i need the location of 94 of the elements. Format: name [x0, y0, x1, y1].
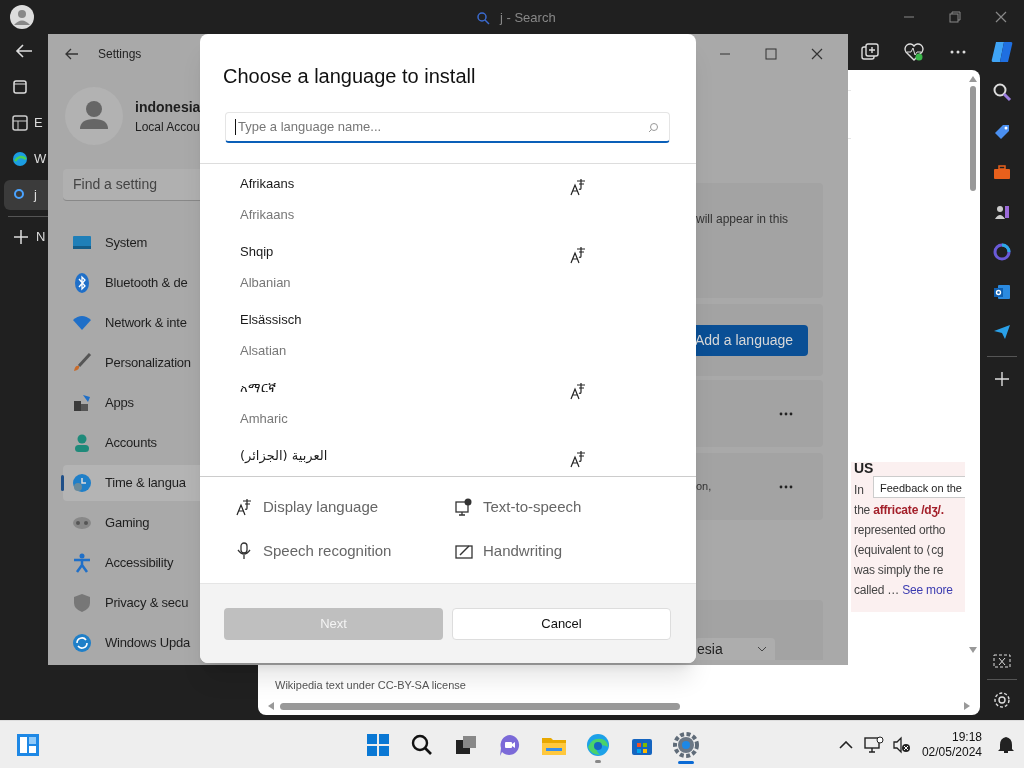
display-language-icon	[570, 450, 586, 468]
notification-bell-icon[interactable]	[997, 735, 1015, 754]
clock-time[interactable]: 19:18	[951, 729, 982, 745]
language-english-name: Alsatian	[240, 341, 287, 360]
dialog-title: Choose a language to install	[222, 64, 476, 89]
scroll-down-icon	[968, 647, 977, 653]
account-type: Local Accou	[135, 118, 201, 136]
article-text: was simply the re	[854, 562, 944, 579]
settings-icon[interactable]	[993, 691, 1011, 709]
see-more-link[interactable]: See more	[902, 583, 953, 597]
back-arrow-icon[interactable]	[65, 47, 79, 60]
feedback-tooltip: Feedback on the	[873, 476, 965, 498]
user-avatar-icon	[65, 87, 123, 145]
article-text: represented ortho	[854, 522, 946, 539]
speaker-muted-icon[interactable]	[891, 735, 912, 754]
language-name[interactable]: አማርኛ	[240, 378, 276, 398]
article-text: the affricate /dʒ/.	[854, 502, 944, 519]
window-title: Settings	[98, 45, 142, 63]
article-text: called … See more	[854, 582, 953, 599]
language-search-field[interactable]: Type a language name...	[225, 112, 670, 143]
display-language-icon	[570, 246, 586, 264]
text-to-speech-icon	[455, 498, 473, 516]
chat-icon[interactable]	[498, 732, 522, 757]
network-icon[interactable]	[863, 735, 884, 754]
handwriting-icon	[455, 543, 473, 559]
more-icon[interactable]	[779, 484, 793, 489]
feature-label: Handwriting	[483, 540, 563, 561]
card-text: on,	[696, 479, 712, 495]
language-english-name: Afrikaans	[240, 205, 295, 224]
globe-icon	[12, 151, 28, 167]
language-name[interactable]: العربية (الجزائر)	[240, 446, 328, 466]
more-icon[interactable]	[949, 49, 967, 55]
plus-icon	[14, 230, 28, 244]
close-icon[interactable]	[811, 47, 823, 60]
grid-icon	[12, 115, 28, 131]
person-icon	[72, 433, 92, 453]
chevron-down-icon	[757, 646, 767, 652]
card-text: will appear in this	[696, 212, 789, 226]
mail-icon[interactable]	[992, 282, 1012, 302]
browser-tab[interactable]: E	[4, 108, 48, 138]
language-english-name: Albanian	[240, 273, 291, 292]
language-english-name: Amharic	[240, 409, 288, 428]
language-name[interactable]: Shqip	[240, 242, 274, 262]
chevron-up-icon[interactable]	[838, 740, 853, 749]
display-language-icon	[570, 382, 586, 400]
task-view-icon[interactable]	[455, 734, 477, 755]
scroll-up-icon	[968, 76, 977, 82]
bluetooth-icon	[72, 273, 92, 293]
apps-icon	[72, 393, 92, 413]
widgets-icon[interactable]	[16, 732, 40, 757]
scrollbar-thumb[interactable]	[280, 702, 680, 710]
feature-label: Speech recognition	[263, 540, 392, 561]
profile-avatar-icon[interactable]	[10, 5, 34, 29]
license-footer: Wikipedia text under CC-BY-SA license	[258, 677, 466, 697]
scrollbar-thumb[interactable]	[969, 86, 976, 191]
microphone-icon	[237, 542, 251, 560]
toolbox-icon[interactable]	[992, 162, 1012, 182]
clock-date[interactable]: 02/05/2024	[921, 744, 982, 760]
display-language-icon	[570, 178, 586, 196]
cancel-button[interactable]: Cancel	[452, 607, 671, 640]
clock-globe-icon	[72, 473, 92, 493]
new-tab-button[interactable]: N	[4, 223, 48, 251]
plus-icon[interactable]	[995, 372, 1009, 386]
settings-gear-icon[interactable]	[673, 731, 699, 758]
tab-actions-icon[interactable]	[12, 79, 28, 95]
article-heading: US	[854, 462, 874, 474]
display-language-icon	[236, 498, 252, 516]
window-title: j - Search	[500, 9, 556, 27]
scroll-left-icon	[268, 702, 274, 710]
accessibility-icon	[72, 553, 92, 573]
screenshot-icon[interactable]	[993, 652, 1011, 670]
brush-icon	[72, 353, 92, 373]
circle-logo-icon[interactable]	[992, 242, 1012, 262]
language-name[interactable]: Elsässisch	[240, 310, 302, 330]
shield-icon	[72, 593, 92, 613]
refresh-icon	[72, 633, 92, 653]
start-icon[interactable]	[366, 732, 390, 757]
browser-icon[interactable]	[586, 732, 610, 757]
close-icon[interactable]	[995, 11, 1007, 23]
browser-tab[interactable]: j	[4, 180, 48, 210]
copilot-icon[interactable]	[990, 40, 1014, 64]
article-text: In	[854, 482, 864, 499]
more-icon[interactable]	[779, 411, 793, 416]
restore-icon[interactable]	[949, 11, 961, 23]
feature-label: Text-to-speech	[483, 496, 582, 517]
language-dropdown[interactable]: esia	[695, 638, 775, 660]
user-name: indonesia	[135, 97, 201, 117]
maximize-icon[interactable]	[765, 47, 777, 60]
browser-tab[interactable]: W	[4, 144, 48, 174]
heart-pulse-icon[interactable]	[903, 42, 925, 62]
article-text: (equivalent to ⟨cg	[854, 542, 944, 559]
collections-icon[interactable]	[860, 42, 880, 62]
back-arrow-icon[interactable]	[15, 42, 33, 60]
scroll-right-icon	[964, 702, 970, 710]
